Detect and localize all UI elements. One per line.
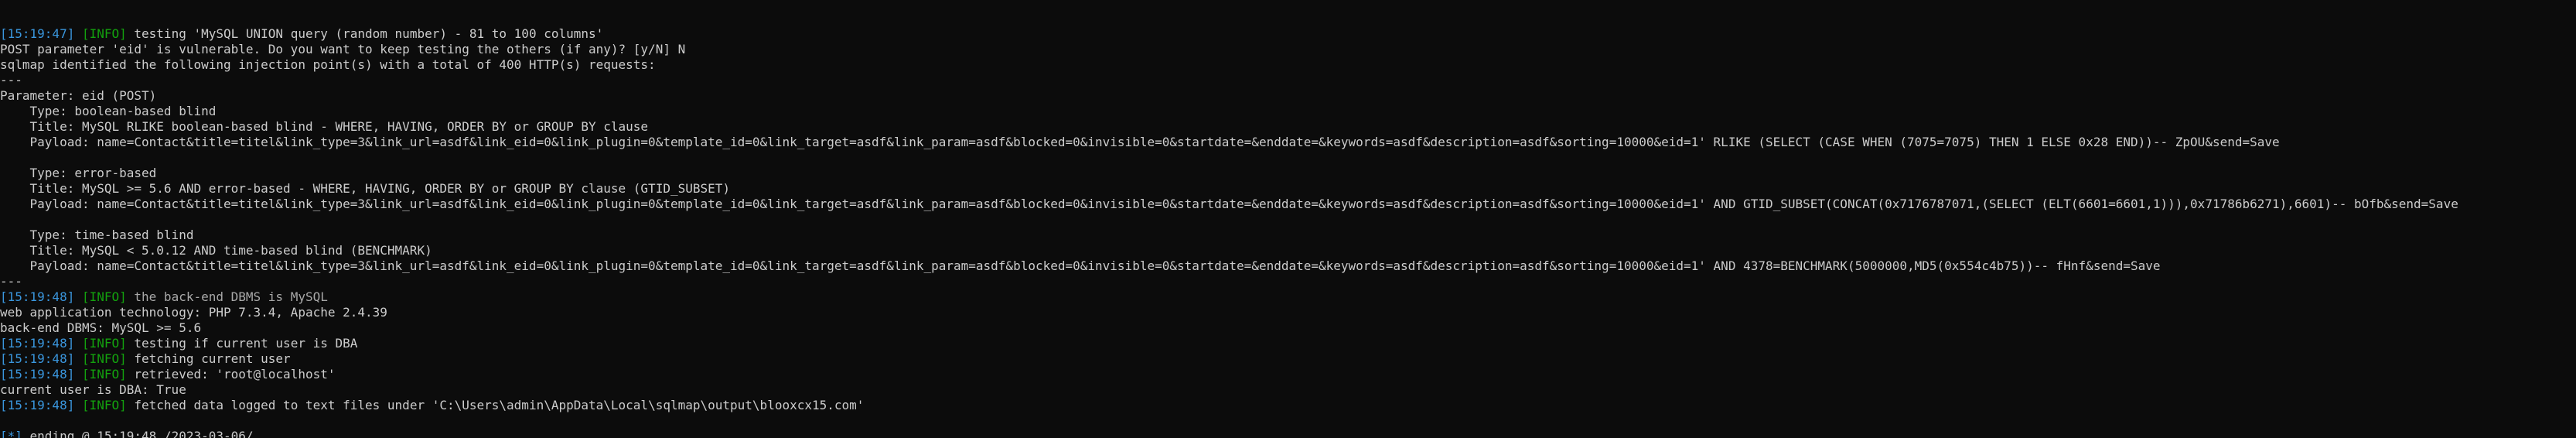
terminal-line: back-end DBMS: MySQL >= 5.6	[0, 320, 2576, 336]
output-text: sqlmap identified the following injectio…	[0, 57, 656, 72]
log-level: [INFO]	[81, 367, 127, 382]
output-text: back-end DBMS: MySQL >= 5.6	[0, 320, 202, 335]
terminal-line: Title: MySQL < 5.0.12 AND time-based bli…	[0, 243, 2576, 258]
terminal-line: [15:19:48] [INFO] the back-end DBMS is M…	[0, 289, 2576, 305]
terminal-line: Title: MySQL >= 5.6 AND error-based - WH…	[0, 181, 2576, 197]
terminal-line: [15:19:48] [INFO] testing if current use…	[0, 336, 2576, 351]
log-message: the back-end DBMS is MySQL	[126, 289, 328, 304]
terminal-line: Type: time-based blind	[0, 228, 2576, 243]
terminal-window[interactable]: [15:19:47] [INFO] testing 'MySQL UNION q…	[0, 0, 2576, 438]
log-timestamp: [15:19:48]	[0, 289, 75, 304]
terminal-line: Type: boolean-based blind	[0, 104, 2576, 119]
log-message: fetched data logged to text files under …	[126, 398, 865, 412]
terminal-line: Payload: name=Contact&title=titel&link_t…	[0, 258, 2576, 274]
terminal-line: ---	[0, 274, 2576, 289]
terminal-line: Type: error-based	[0, 166, 2576, 181]
terminal-line: sqlmap identified the following injectio…	[0, 57, 2576, 73]
terminal-line: [*] ending @ 15:19:48 /2023-03-06/	[0, 429, 2576, 438]
terminal-line: [15:19:48] [INFO] retrieved: 'root@local…	[0, 367, 2576, 382]
log-level: [INFO]	[81, 398, 127, 412]
terminal-line: Parameter: eid (POST)	[0, 88, 2576, 104]
output-text: Payload: name=Contact&title=titel&link_t…	[0, 135, 2280, 149]
log-level: [INFO]	[81, 336, 127, 351]
terminal-line: [15:19:48] [INFO] fetching current user	[0, 351, 2576, 367]
output-text: current user is DBA: True	[0, 382, 186, 397]
output-text: Payload: name=Contact&title=titel&link_t…	[0, 258, 2161, 273]
terminal-line: Payload: name=Contact&title=titel&link_t…	[0, 135, 2576, 150]
output-text: Parameter: eid (POST)	[0, 88, 157, 103]
output-text: POST parameter 'eid' is vulnerable. Do y…	[0, 42, 686, 56]
log-level: [INFO]	[81, 289, 127, 304]
log-level: [INFO]	[81, 351, 127, 366]
output-text: web application technology: PHP 7.3.4, A…	[0, 305, 387, 320]
output-text: ---	[0, 73, 22, 87]
status-marker: [*]	[0, 429, 22, 438]
log-message: ending @ 15:19:48 /2023-03-06/	[22, 429, 254, 438]
output-text: ---	[0, 274, 22, 289]
log-timestamp: [15:19:48]	[0, 336, 75, 351]
output-text: Title: MySQL >= 5.6 AND error-based - WH…	[0, 181, 731, 196]
terminal-line: POST parameter 'eid' is vulnerable. Do y…	[0, 42, 2576, 57]
log-message: testing if current user is DBA	[126, 336, 358, 351]
terminal-line: web application technology: PHP 7.3.4, A…	[0, 305, 2576, 320]
log-level: [INFO]	[81, 26, 127, 41]
log-timestamp: [15:19:48]	[0, 351, 75, 366]
log-message: retrieved: 'root@localhost'	[126, 367, 336, 382]
log-message: testing 'MySQL UNION query (random numbe…	[126, 26, 604, 41]
log-message: fetching current user	[126, 351, 291, 366]
terminal-line: Title: MySQL RLIKE boolean-based blind -…	[0, 119, 2576, 135]
terminal-output: [15:19:47] [INFO] testing 'MySQL UNION q…	[0, 26, 2576, 438]
log-timestamp: [15:19:48]	[0, 367, 75, 382]
terminal-line: [15:19:48] [INFO] fetched data logged to…	[0, 398, 2576, 413]
terminal-line: [15:19:47] [INFO] testing 'MySQL UNION q…	[0, 26, 2576, 42]
output-text: Type: time-based blind	[0, 228, 194, 242]
output-text: Type: error-based	[0, 166, 157, 180]
terminal-line: current user is DBA: True	[0, 382, 2576, 398]
output-text: Payload: name=Contact&title=titel&link_t…	[0, 197, 2458, 211]
terminal-line: ---	[0, 73, 2576, 88]
output-text: Type: boolean-based blind	[0, 104, 217, 118]
output-text: Title: MySQL RLIKE boolean-based blind -…	[0, 119, 649, 134]
output-text: Title: MySQL < 5.0.12 AND time-based bli…	[0, 243, 432, 258]
log-timestamp: [15:19:48]	[0, 398, 75, 412]
terminal-line: Payload: name=Contact&title=titel&link_t…	[0, 197, 2576, 212]
log-timestamp: [15:19:47]	[0, 26, 75, 41]
